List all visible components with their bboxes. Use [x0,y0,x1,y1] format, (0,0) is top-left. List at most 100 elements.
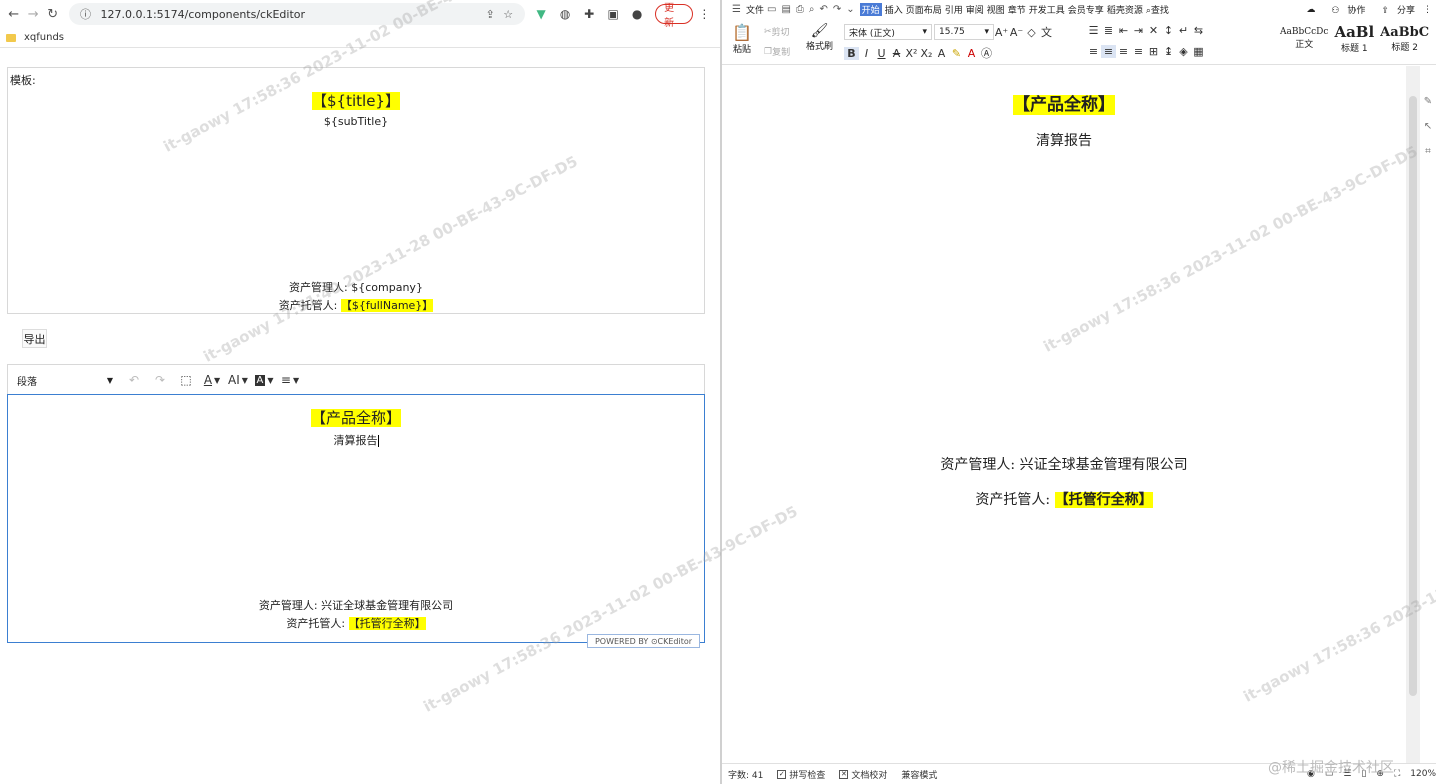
chinese-layout-icon[interactable]: ✕ [1146,24,1161,37]
line-spacing-icon[interactable]: ↨ [1161,45,1176,58]
numbered-list-icon[interactable]: ≣ [1101,24,1116,37]
menu-review[interactable]: 审阅 [966,3,984,16]
address-bar[interactable]: ⓘ 127.0.0.1:5174/components/ckEditor ⇪ ☆ [68,3,526,25]
font-size-button[interactable]: AI ▼ [227,369,249,391]
outdent-icon[interactable]: ⇤ [1116,24,1131,37]
font-size-select[interactable]: 15.75 ▾ [934,24,994,40]
pinyin-icon[interactable]: 文 [1039,24,1054,40]
underline-icon[interactable]: U [874,47,889,60]
redo-icon[interactable]: ↷ [149,369,171,391]
update-button[interactable]: 更新 [655,3,693,29]
zoom-level[interactable]: 120% [1410,769,1436,779]
chevron-down-icon[interactable]: ⌄ [846,4,854,15]
menu-references[interactable]: 引用 [945,3,963,16]
italic-icon[interactable]: I [859,47,874,60]
clear-format-icon[interactable]: ◇ [1024,26,1039,39]
subscript-icon[interactable]: X₂ [919,47,934,60]
show-marks-icon[interactable]: ↵ [1176,24,1191,37]
select-all-icon[interactable]: ⬚ [175,369,197,391]
cloud-sync-icon[interactable]: ☁ [1306,5,1315,15]
menu-dots-icon[interactable]: ⋮ [693,4,716,24]
style-heading1[interactable]: AaBl 标题 1 [1334,23,1374,54]
edit-icon[interactable]: ✎ [1424,96,1432,107]
share-button[interactable]: ⇪ 分享 [1373,3,1415,16]
menu-docer[interactable]: 稻壳资源 [1107,3,1143,16]
share-icon[interactable]: ⇪ [481,8,499,21]
vue-devtools-icon[interactable]: ▼ [529,4,553,24]
justify-icon[interactable]: ≡ [1131,45,1146,58]
format-icon[interactable]: ⌗ [1425,146,1431,157]
menu-section[interactable]: 章节 [1008,3,1026,16]
grow-font-icon[interactable]: A⁺ [994,26,1009,39]
fit-page-icon[interactable]: ⛶ [1394,769,1400,779]
align-left-icon[interactable]: ≡ [1086,45,1101,58]
highlight-icon[interactable]: ✎ [949,47,964,60]
menu-developer[interactable]: 开发工具 [1029,3,1065,16]
format-painter-button[interactable]: 🖌 格式刷 [806,23,833,52]
bookmark-xqfunds[interactable]: xqfunds [24,32,64,43]
font-color-button[interactable]: A ▼ [201,369,223,391]
pointer-icon[interactable]: ↖ [1424,121,1432,132]
superscript-icon[interactable]: X² [904,47,919,60]
puzzle-icon[interactable]: ✚ [577,4,601,24]
distribute-icon[interactable]: ⊞ [1146,45,1161,58]
ckeditor-powered-badge[interactable]: POWERED BY ⊙CKEditor [587,634,700,648]
menu-layout[interactable]: 页面布局 [906,3,942,16]
save-icon[interactable]: ▭ [767,4,776,15]
bullet-list-icon[interactable]: ☰ [1086,24,1101,37]
copy-button[interactable]: ❐ 复制 [764,45,790,59]
export-button[interactable]: 导出 [22,329,47,348]
export-pdf-icon[interactable]: ▤ [781,4,790,15]
undo-icon[interactable]: ↶ [820,4,828,15]
shrink-font-icon[interactable]: A⁻ [1009,26,1024,39]
style-heading2[interactable]: AaBbC 标题 2 [1380,25,1429,53]
font-background-button[interactable]: A ▼ [253,369,275,391]
tab-icon[interactable]: ⇆ [1191,24,1206,37]
profile-icon[interactable]: ● [625,4,649,24]
sort-icon[interactable]: ↕ [1161,24,1176,37]
search-box[interactable]: ⌕查找 [1146,3,1169,16]
align-center-icon[interactable]: ≡ [1101,45,1116,58]
vertical-scrollbar[interactable] [1406,66,1420,763]
reload-icon[interactable]: ↻ [43,4,63,24]
menu-insert[interactable]: 插入 [885,3,903,16]
menu-view[interactable]: 视图 [987,3,1005,16]
info-icon[interactable]: ⓘ [77,6,95,22]
bold-icon[interactable]: B [844,46,859,60]
word-count[interactable]: 字数: 41 [728,768,763,781]
hamburger-icon[interactable]: ☰ [732,4,741,15]
font-color-icon[interactable]: A [964,47,979,60]
bookmark-star-icon[interactable]: ☆ [499,8,517,21]
font-name-select[interactable]: 宋体 (正文) ▾ [844,24,932,40]
menu-home[interactable]: 开始 [859,3,882,16]
menu-file[interactable]: 文件 [746,3,764,16]
print-icon[interactable]: ⎙ [796,4,804,15]
undo-icon[interactable]: ↶ [123,369,145,391]
align-button[interactable]: ≡ ▼ [279,369,301,391]
spell-check-toggle[interactable]: ✓ 拼写检查 [777,768,825,781]
char-border-icon[interactable]: Ⓐ [979,45,994,61]
shading-icon[interactable]: ◈ [1176,45,1191,58]
text-effect-icon[interactable]: A [934,47,949,60]
forward-icon[interactable]: → [24,4,44,24]
collab-button[interactable]: ⚇ 协作 [1323,3,1365,16]
paste-button[interactable]: 📋 粘贴 [732,23,752,55]
strikethrough-icon[interactable]: A [889,47,904,60]
redo-icon[interactable]: ↷ [833,4,841,15]
extension-icon[interactable]: ◍ [553,4,577,24]
proofread-button[interactable]: ✕ 文档校对 [839,768,887,781]
style-normal[interactable]: AaBbCcDc 正文 [1280,27,1328,50]
sidepanel-icon[interactable]: ▣ [601,4,625,24]
document-page[interactable]: 【产品全称】 清算报告 资产管理人: 兴证全球基金管理有限公司 资产托管人: 【… [722,66,1406,763]
align-right-icon[interactable]: ≡ [1116,45,1131,58]
print-preview-icon[interactable]: ⌕ [809,4,815,15]
border-icon[interactable]: ▦ [1191,45,1206,58]
indent-icon[interactable]: ⇥ [1131,24,1146,37]
paragraph-dropdown[interactable]: 段落 ▼ [17,373,113,388]
cut-button[interactable]: ✂ 剪切 [764,25,790,39]
more-icon[interactable]: ⋮ [1423,5,1432,15]
ck-editable-area[interactable]: 【产品全称】 清算报告 资产管理人: 兴证全球基金管理有限公司 资产托管人: 【… [7,394,705,643]
menu-member[interactable]: 会员专享 [1068,3,1104,16]
scrollbar-thumb[interactable] [1409,96,1417,696]
back-icon[interactable]: ← [4,4,24,24]
